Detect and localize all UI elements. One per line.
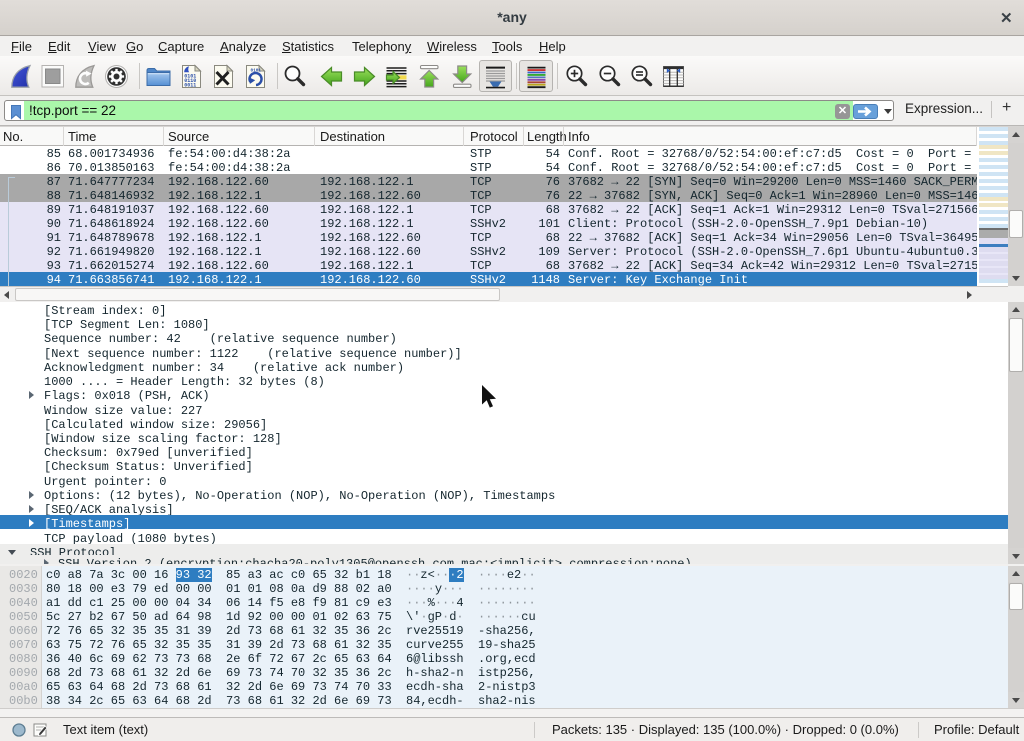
svg-text:0011: 0011 [184,83,196,89]
